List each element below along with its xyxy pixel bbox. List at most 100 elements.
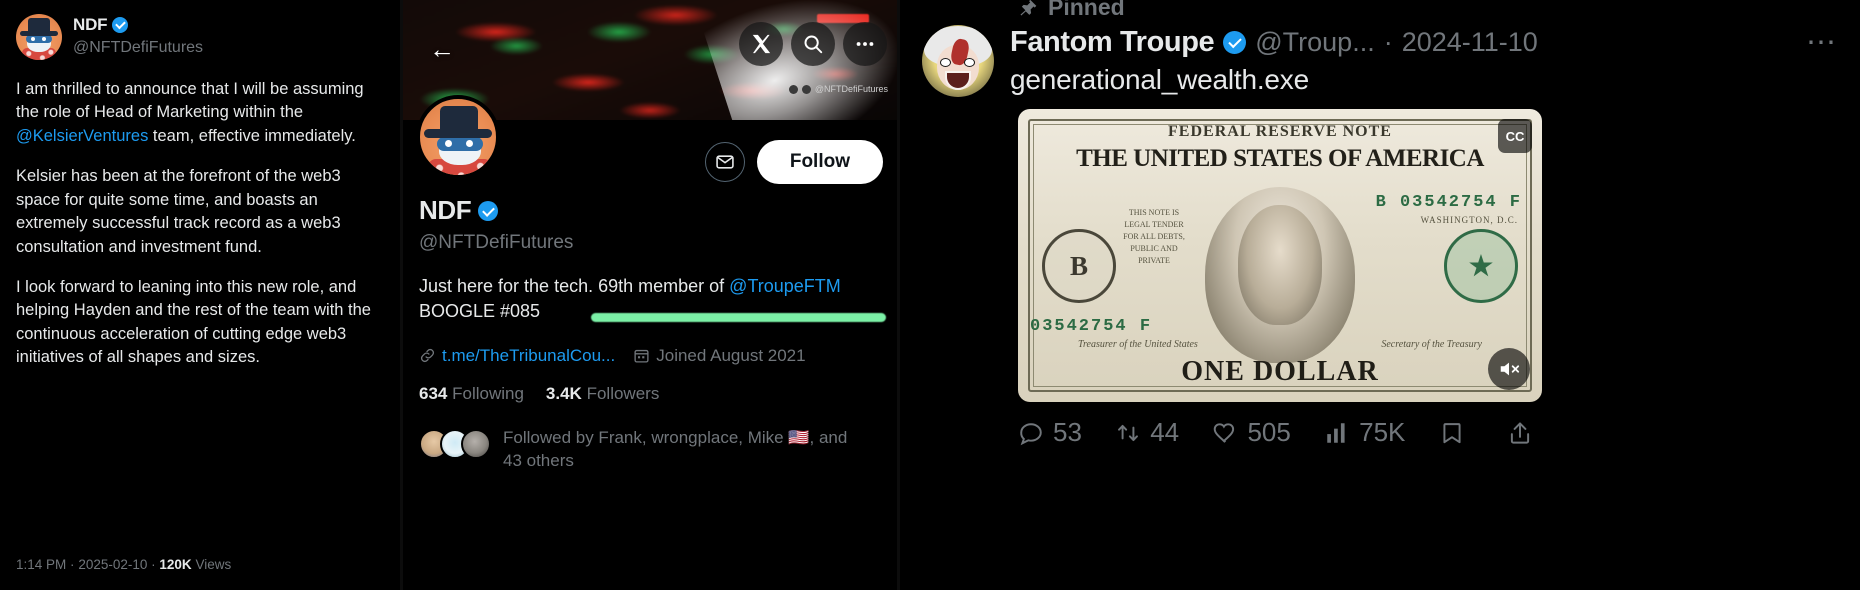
reply-button[interactable]: 53 <box>1018 417 1082 448</box>
profile-action-buttons: Follow <box>704 140 883 184</box>
pinned-author-handle[interactable]: @Troup... <box>1255 27 1374 58</box>
pinned-author-name[interactable]: Fantom Troupe <box>1010 26 1215 59</box>
profile-top-icons <box>739 22 887 66</box>
followed-by-row[interactable]: Followed by Frank, wrongplace, Mike 🇺🇸, … <box>419 426 883 472</box>
profile-bio-mention[interactable]: @TroupeFTM <box>729 276 841 296</box>
tweet-sep-2: · <box>151 557 156 572</box>
bill-signature-right: Secretary of the Treasury <box>1381 339 1482 350</box>
bill-title: THE UNITED STATES OF AMERICA <box>1076 145 1484 172</box>
tweet-views-count: 120K <box>159 557 192 572</box>
bill-serial-top: B 03542754 F <box>1375 193 1522 212</box>
pinned-indicator: Pinned <box>922 0 1838 21</box>
profile-bio: Just here for the tech. 69th member of @… <box>419 274 886 324</box>
followed-by-text: Followed by Frank, wrongplace, Mike 🇺🇸, … <box>503 426 847 472</box>
verified-badge-icon <box>112 17 129 34</box>
pinned-author-block: Fantom Troupe @Troup... · 2024-11-10 ⋯ g… <box>1010 25 1838 96</box>
bookmark-icon <box>1439 420 1465 446</box>
tweet-paragraph-3: I look forward to leaning into this new … <box>16 277 371 367</box>
ndf-avatar[interactable] <box>16 14 62 60</box>
analytics-icon <box>1324 420 1350 446</box>
pinned-tweet-actions: 53 44 505 75K <box>1018 417 1542 448</box>
follow-button[interactable]: Follow <box>756 140 883 184</box>
profile-bio-line2: BOOGLE #085 <box>419 300 541 321</box>
watermark-dot-2 <box>801 84 811 94</box>
link-icon <box>419 347 436 364</box>
retweet-button[interactable]: 44 <box>1115 417 1179 448</box>
verified-badge-icon <box>478 200 499 221</box>
profile-details: NDF @NFTDefiFutures Just here for the te… <box>419 195 886 472</box>
tweet-header: NDF @NFTDefiFutures <box>16 14 384 60</box>
share-icon <box>1507 420 1533 446</box>
pinned-tweet-text: generational_wealth.exe <box>1010 64 1309 95</box>
search-icon[interactable] <box>791 22 835 66</box>
pinned-name-row: Fantom Troupe @Troup... · 2024-11-10 ⋯ <box>1010 25 1838 60</box>
tweet-sep-1: · <box>70 557 75 572</box>
followed-by-line-2: 43 others <box>503 450 574 470</box>
bill-signature-left: Treasurer of the United States <box>1078 339 1198 350</box>
profile-name-row: NDF <box>419 195 883 226</box>
followed-by-avatars <box>419 426 491 459</box>
pinned-date: 2024-11-10 <box>1401 27 1538 57</box>
comment-icon <box>1018 420 1044 446</box>
tweet-author-name[interactable]: NDF <box>73 15 108 35</box>
profile-meta-row: t.me/TheTribunalCou... Joined August 202… <box>419 346 883 366</box>
fantom-troupe-avatar[interactable] <box>922 25 994 97</box>
bill-seal-left: B <box>1042 229 1116 303</box>
profile-following-count: 634 <box>419 383 448 403</box>
views-count: 75K <box>1359 417 1406 447</box>
profile-joined-text: Joined August 2021 <box>656 345 806 365</box>
banner-watermark: @NFTDefiFutures <box>788 84 888 94</box>
reply-count: 53 <box>1053 417 1082 447</box>
profile-followers-stat[interactable]: 3.4K Followers <box>546 384 659 404</box>
tweet-date: 2025-02-10 <box>78 557 148 572</box>
profile-bio-prefix: Just here for the tech. 69th member of <box>419 276 730 296</box>
like-count: 505 <box>1247 417 1291 447</box>
envelope-icon[interactable] <box>704 142 745 182</box>
tweet-paragraph-1: I am thrilled to announce that I will be… <box>16 78 384 148</box>
tweet-author-block: NDF @NFTDefiFutures <box>73 14 203 58</box>
pinned-label-text: Pinned <box>1048 0 1125 20</box>
profile-panel: ← @NFTDefiFutures Follow NDF @NFTDefiFut… <box>400 0 900 590</box>
back-arrow-icon[interactable]: ← <box>429 36 455 62</box>
tweet-mention-link[interactable]: @KelsierVentures <box>16 127 148 145</box>
tweet-footer-meta: 1:14 PM · 2025-02-10 · 120K Views <box>16 557 231 572</box>
bill-top-line: FEDERAL RESERVE NOTE <box>1168 123 1392 140</box>
x-premium-icon[interactable] <box>739 22 783 66</box>
tweet-name-row: NDF <box>73 15 203 35</box>
closed-caption-icon[interactable]: CC <box>1498 119 1532 153</box>
bill-legal-text: THIS NOTE IS LEGAL TENDER FOR ALL DEBTS,… <box>1123 208 1185 265</box>
mute-icon[interactable] <box>1488 348 1530 390</box>
tweet-author-handle[interactable]: @NFTDefiFutures <box>73 38 203 57</box>
bill-bottom-line: ONE DOLLAR <box>1181 356 1379 387</box>
pinned-tweet-header: Fantom Troupe @Troup... · 2024-11-10 ⋯ g… <box>922 25 1838 97</box>
like-button[interactable]: 505 <box>1212 417 1291 448</box>
ndf-profile-avatar[interactable] <box>416 95 500 179</box>
dollar-bill-video[interactable]: FEDERAL RESERVE NOTE THE UNITED STATES O… <box>1018 109 1542 402</box>
bookmark-button[interactable] <box>1439 420 1474 446</box>
dollar-bill-image: FEDERAL RESERVE NOTE THE UNITED STATES O… <box>1018 109 1542 402</box>
tweet-p1-tail: team, effective immediately. <box>148 126 356 145</box>
profile-following-stat[interactable]: 634 Following <box>419 384 524 404</box>
tweet-body: I am thrilled to announce that I will be… <box>16 78 384 370</box>
profile-display-name: NDF <box>419 195 472 225</box>
tweet-panel: NDF @NFTDefiFutures I am thrilled to ann… <box>0 0 400 590</box>
pinned-separator-dot: · <box>1383 27 1393 57</box>
more-options-icon[interactable] <box>843 22 887 66</box>
profile-handle: @NFTDefiFutures <box>419 232 574 253</box>
pin-icon <box>1018 0 1038 18</box>
views-button[interactable]: 75K <box>1324 417 1405 448</box>
share-button[interactable] <box>1507 420 1542 446</box>
bill-seal-right: ★ <box>1444 229 1518 303</box>
green-highlight-annotation <box>591 313 886 322</box>
watermark-text: @NFTDefiFutures <box>814 84 888 94</box>
profile-link-item[interactable]: t.me/TheTribunalCou... <box>419 346 615 366</box>
calendar-icon <box>633 347 650 364</box>
profile-joined-item: Joined August 2021 <box>633 345 806 366</box>
watermark-dot-1 <box>788 84 798 94</box>
retweet-count: 44 <box>1150 417 1180 447</box>
profile-link-text[interactable]: t.me/TheTribunalCou... <box>442 346 615 366</box>
followed-by-line-1: Followed by Frank, wrongplace, Mike 🇺🇸, … <box>503 427 848 447</box>
tweet-paragraph-2: Kelsier has been at the forefront of the… <box>16 167 341 256</box>
more-options-icon[interactable]: ⋯ <box>1794 25 1838 60</box>
washington-portrait <box>1205 187 1355 363</box>
